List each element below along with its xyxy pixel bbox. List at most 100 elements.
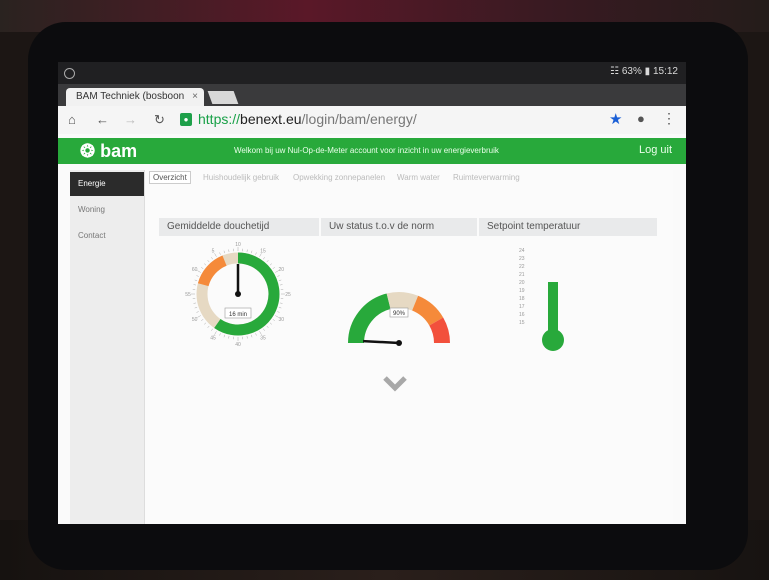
card-title-status: Uw status t.o.v de norm bbox=[321, 218, 477, 236]
bam-logo[interactable]: ❂ bam bbox=[80, 141, 137, 162]
shower-value-label: 16 min bbox=[229, 312, 247, 318]
browser-tabstrip: BAM Techniek (bosboon × bbox=[58, 84, 686, 106]
bird-logo-icon: ❂ bbox=[80, 141, 96, 161]
welcome-text: Welkom bij uw Nul-Op-de-Meter account vo… bbox=[234, 146, 499, 155]
thermometer-scale: 24 23 22 21 20 19 18 17 16 15 bbox=[519, 248, 525, 326]
tab-overzicht[interactable]: Overzicht bbox=[149, 171, 191, 184]
new-tab-button[interactable] bbox=[207, 91, 239, 104]
shower-tick-mark bbox=[251, 334, 253, 338]
sidebar: Energie Woning Contact bbox=[70, 170, 144, 524]
back-icon[interactable]: ← bbox=[96, 112, 109, 127]
shower-tick-mark bbox=[277, 311, 280, 313]
tab-warm-water[interactable]: Warm water bbox=[397, 173, 440, 182]
web-page: ❂ bam Welkom bij uw Nul-Op-de-Meter acco… bbox=[58, 134, 686, 524]
sidebar-item-contact[interactable]: Contact bbox=[70, 224, 144, 248]
shower-tick-label: 60 bbox=[192, 267, 198, 273]
url-field[interactable]: https://benext.eu/login/bam/energy/ bbox=[198, 111, 417, 127]
shower-tick-mark bbox=[263, 257, 265, 260]
tablet-screen: ☷ 63% ▮ 15:12 BAM Techniek (bosboon × ⌂ … bbox=[58, 62, 686, 524]
thermometer-scale-label: 22 bbox=[519, 264, 525, 270]
address-bar: ⌂ ← → ↻ ● https://benext.eu/login/bam/en… bbox=[58, 106, 686, 135]
shower-tick-mark bbox=[278, 307, 282, 309]
browser-tab[interactable]: BAM Techniek (bosboon × bbox=[66, 88, 204, 106]
shower-tick-mark bbox=[211, 257, 213, 260]
norm-status-gauge: 90% bbox=[348, 292, 450, 346]
shower-tick-mark bbox=[263, 328, 265, 331]
sidebar-item-energie[interactable]: Energie bbox=[70, 172, 144, 196]
shower-gauge-green-arc bbox=[214, 252, 280, 336]
shower-tick-mark bbox=[269, 263, 272, 266]
shower-tick-mark bbox=[272, 267, 275, 269]
thermometer-scale-label: 24 bbox=[519, 248, 525, 254]
shower-tick-label: 40 bbox=[235, 342, 241, 348]
tab-ruimteverwarming[interactable]: Ruimteverwarming bbox=[453, 173, 520, 182]
shower-time-gauge: 16 min 10152025303540455055605 bbox=[185, 242, 291, 348]
battery-icon: ▮ bbox=[644, 66, 651, 77]
shower-tick-mark bbox=[277, 275, 280, 277]
logout-link[interactable]: Log uit bbox=[639, 144, 672, 156]
shower-tick-label: 55 bbox=[185, 292, 191, 298]
thermometer-scale-label: 20 bbox=[519, 280, 525, 286]
shower-tick-mark bbox=[219, 333, 221, 336]
shower-tick-mark bbox=[201, 319, 204, 321]
home-icon[interactable]: ⌂ bbox=[68, 112, 76, 127]
shower-tick-mark bbox=[280, 284, 283, 286]
card-title-setpoint: Setpoint temperatuur bbox=[479, 218, 657, 236]
thermometer-scale-label: 17 bbox=[519, 304, 525, 310]
clock: 15:12 bbox=[652, 66, 678, 77]
norm-gauge-beige-arc bbox=[386, 292, 419, 311]
setpoint-thermometer: 24 23 22 21 20 19 18 17 16 15 bbox=[519, 248, 564, 351]
norm-gauge-green-arc bbox=[348, 293, 391, 344]
tab-huishoudelijk-gebruik[interactable]: Huishoudelijk gebruik bbox=[203, 173, 279, 182]
shower-tick-mark bbox=[266, 325, 269, 328]
shower-tick-mark bbox=[214, 253, 217, 257]
overflow-menu-icon[interactable]: ⋮ bbox=[662, 110, 676, 127]
sidebar-item-woning[interactable]: Woning bbox=[70, 198, 144, 222]
shower-tick-mark bbox=[259, 331, 262, 335]
close-tab-icon[interactable]: × bbox=[192, 88, 198, 106]
shower-tick-mark bbox=[194, 307, 198, 309]
shower-tick-mark bbox=[246, 336, 248, 339]
shower-tick-mark bbox=[266, 260, 269, 263]
thermometer-scale-label: 19 bbox=[519, 288, 525, 294]
shower-gauge-hub bbox=[235, 291, 241, 297]
thermometer-tube bbox=[548, 282, 558, 336]
shower-tick-mark bbox=[280, 302, 283, 304]
shower-tick-mark bbox=[219, 252, 221, 255]
shower-tick-mark bbox=[255, 252, 257, 255]
shower-tick-mark bbox=[193, 302, 196, 304]
shower-tick-mark bbox=[246, 249, 248, 252]
url-scheme: https:// bbox=[198, 111, 241, 127]
thermometer-scale-label: 18 bbox=[519, 296, 525, 302]
lock-icon: ● bbox=[180, 113, 192, 126]
shower-tick-mark bbox=[269, 322, 272, 325]
gauges-canvas: 16 min 10152025303540455055605 90% 24232… bbox=[185, 242, 564, 392]
status-right: ☷ 63% ▮ 15:12 bbox=[610, 66, 678, 77]
norm-gauge-orange-arc bbox=[411, 295, 444, 326]
shower-tick-mark bbox=[193, 284, 196, 286]
shower-tick-label: 45 bbox=[210, 335, 216, 341]
wifi-icon: ☷ bbox=[610, 66, 620, 77]
notification-icon bbox=[64, 68, 75, 79]
thermometer-scale-label: 21 bbox=[519, 272, 525, 278]
chevron-down-icon[interactable] bbox=[383, 376, 407, 392]
shower-tick-mark bbox=[228, 249, 230, 252]
shower-tick-label: 25 bbox=[285, 292, 291, 298]
thermometer-scale-label: 16 bbox=[519, 312, 525, 318]
shower-tick-mark bbox=[194, 279, 198, 281]
reload-icon[interactable]: ↻ bbox=[154, 112, 165, 128]
bookmark-star-icon[interactable]: ★ bbox=[609, 110, 622, 128]
shower-tick-mark bbox=[196, 311, 199, 313]
shower-tick-mark bbox=[207, 325, 210, 328]
shower-tick-mark bbox=[228, 336, 230, 339]
shower-tick-mark bbox=[272, 319, 275, 321]
main-content: Overzicht Huishoudelijk gebruik Opwekkin… bbox=[144, 170, 673, 524]
shower-gauge-orange-arc bbox=[197, 255, 227, 287]
microphone-icon[interactable]: ● bbox=[637, 111, 645, 126]
shower-tick-mark bbox=[207, 260, 210, 263]
tab-opwekking-zonnepanelen[interactable]: Opwekking zonnepanelen bbox=[293, 173, 385, 182]
norm-gauge-needle bbox=[362, 339, 400, 345]
logo-text: bam bbox=[100, 141, 138, 161]
shower-tick-mark bbox=[201, 267, 204, 269]
forward-icon[interactable]: → bbox=[124, 112, 137, 127]
